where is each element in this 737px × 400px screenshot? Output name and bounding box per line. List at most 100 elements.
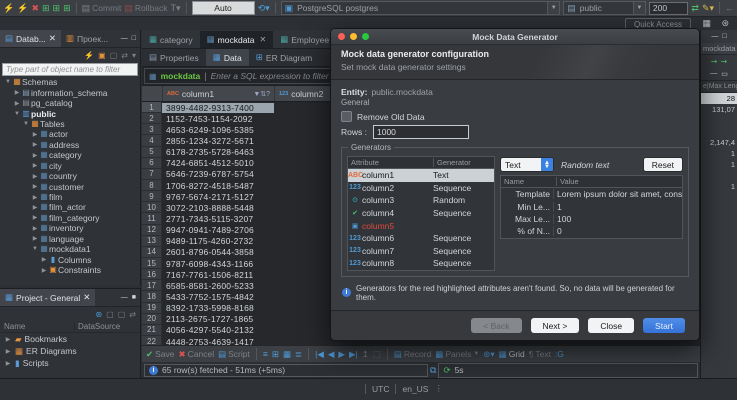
link-icon[interactable]: ⇄: [129, 310, 136, 319]
row-number[interactable]: 11: [142, 213, 162, 225]
maximize-icon[interactable]: □: [722, 33, 726, 40]
tab-mockdata[interactable]: ▦ mockdata ✕: [199, 31, 274, 48]
tab-project-general[interactable]: ▦ Project - General ✕: [0, 289, 96, 306]
cell-column1[interactable]: 4056-4297-5540-2132: [162, 325, 274, 335]
record-mode-button[interactable]: ▤ Record: [394, 349, 431, 360]
tree-item-columns[interactable]: ▶ Columns: [0, 254, 140, 265]
save-button[interactable]: ✔ Save: [146, 349, 175, 360]
expand-arrow-icon[interactable]: ▶: [31, 131, 39, 138]
expand-arrow-icon[interactable]: ▶: [40, 256, 48, 263]
row-number[interactable]: 2: [142, 113, 162, 125]
generator-prop-row[interactable]: Max Le... 100: [501, 213, 682, 225]
view-menu-icon[interactable]: ▾: [132, 51, 136, 60]
row-number[interactable]: 15: [142, 257, 162, 270]
attribute-row-column8[interactable]: 123 column8 Sequence: [348, 257, 494, 270]
row-number[interactable]: 18: [142, 291, 162, 303]
attribute-row-column3[interactable]: ⊙ column3 Random: [348, 194, 494, 207]
grid-view-toggle[interactable]: ▦ Grid: [499, 349, 525, 360]
expand-arrow-icon[interactable]: ▶: [4, 336, 12, 343]
row-number[interactable]: 13: [142, 235, 162, 247]
project-item-er-diagrams[interactable]: ▶ ER Diagrams: [0, 345, 140, 357]
commit-button[interactable]: ▤ Commit: [82, 3, 122, 14]
generator-select[interactable]: Text ▲ ▼: [500, 157, 554, 172]
brush-icon[interactable]: ✎▾: [702, 3, 714, 13]
props-name-header[interactable]: Name: [501, 177, 556, 186]
grid-corner[interactable]: [142, 86, 163, 101]
close-icon[interactable]: ✕: [260, 35, 267, 44]
attribute-row-column1[interactable]: ABC column1 Text: [348, 169, 494, 182]
expand-arrow-icon[interactable]: ▶: [31, 214, 39, 221]
attribute-row-column6[interactable]: 123 column6 Sequence: [348, 232, 494, 245]
row-number[interactable]: 6: [142, 157, 162, 169]
max-length-cell[interactable]: 28: [701, 93, 737, 104]
dialog-titlebar[interactable]: Mock Data Generator: [331, 29, 699, 45]
generator-column-header[interactable]: Generator: [433, 158, 494, 167]
rows-input[interactable]: 1000: [372, 125, 469, 139]
collapse-arrow-icon[interactable]: ▼: [4, 79, 12, 85]
settings-gear-icon[interactable]: ⊛: [95, 310, 102, 319]
row-number[interactable]: 9: [142, 191, 162, 203]
next-button[interactable]: Next >: [530, 318, 580, 333]
copy-row-icon[interactable]: ▦: [283, 349, 291, 360]
max-length-cell[interactable]: 1: [701, 181, 737, 192]
transaction-log-icon[interactable]: ⟲▾: [258, 3, 270, 13]
text-view-toggle[interactable]: ¶ Text: [529, 349, 551, 359]
cell-column1[interactable]: 4653-6249-1096-5385: [162, 125, 274, 135]
expand-arrow-icon[interactable]: ▶: [4, 360, 12, 367]
attribute-row-column2[interactable]: 123 column2 Sequence: [348, 182, 494, 195]
cell-column1[interactable]: 9787-6098-4343-1166: [162, 259, 274, 269]
maximize-icon[interactable]: □: [132, 35, 136, 42]
expand-arrow-icon[interactable]: ▶: [31, 173, 39, 180]
connection-select[interactable]: ▣ PostgreSQL postgres ▼: [280, 1, 561, 15]
link-editor-icon[interactable]: ⚡: [84, 51, 94, 60]
delete-row-icon[interactable]: ≣: [295, 349, 302, 360]
start-button[interactable]: Start: [643, 318, 685, 333]
tree-item-film-actor[interactable]: ▶ film_actor: [0, 202, 140, 212]
subtab-properties[interactable]: ▤ Properties: [142, 49, 206, 66]
compare-icon[interactable]: ⇄: [691, 3, 699, 13]
locale-indicator[interactable]: en_US: [402, 384, 428, 394]
row-number[interactable]: 21: [142, 324, 162, 336]
expand-arrow-icon[interactable]: ▶: [40, 267, 48, 274]
expand-arrow-icon[interactable]: ▶: [31, 152, 39, 159]
attribute-row-column5[interactable]: ▣ column5: [348, 219, 494, 232]
cell-column1[interactable]: 5433-7752-1575-4842: [162, 292, 274, 302]
generator-prop-row[interactable]: Template Lorem ipsum dolor sit amet, cons…: [501, 188, 682, 200]
auto-refresh-box[interactable]: ⟳ 5s: [438, 362, 698, 378]
transaction-mode-icon[interactable]: T▾: [171, 3, 181, 13]
subtab-er-diagram[interactable]: ⊞ ER Diagram: [249, 49, 319, 66]
prop-value[interactable]: 100: [553, 213, 682, 224]
close-icon[interactable]: ✕: [49, 33, 56, 44]
tree-item-address[interactable]: ▶ address: [0, 140, 140, 150]
prev-row-icon[interactable]: ◀: [328, 349, 335, 360]
minimize-icon[interactable]: —: [711, 33, 718, 40]
prop-value[interactable]: 0: [553, 226, 682, 237]
disconnect-icon[interactable]: ⚡: [17, 3, 28, 13]
max-length-column-header[interactable]: e|Max Leng: [701, 80, 737, 93]
fetch-all-icon[interactable]: ⬚: [373, 349, 381, 360]
rollback-button[interactable]: ▤ Rollback: [124, 3, 167, 14]
background-tab-fragment[interactable]: mockdata: [701, 43, 737, 55]
tree-item-information-schema[interactable]: ▶ information_schema: [0, 87, 140, 98]
max-length-cell[interactable]: [701, 126, 737, 137]
open-console-icon[interactable]: ⧉: [430, 365, 436, 376]
collapse-arrow-icon[interactable]: ▼: [31, 246, 39, 252]
cell-column1[interactable]: 6585-8581-2600-5233: [162, 281, 274, 291]
generator-prop-row[interactable]: % of N... 0: [501, 225, 682, 237]
expand-arrow-icon[interactable]: ▶: [13, 89, 21, 96]
project-item-scripts[interactable]: ▶ Scripts: [0, 357, 140, 369]
project-item-bookmarks[interactable]: ▶ Bookmarks: [0, 333, 140, 345]
prop-value[interactable]: 1: [553, 201, 682, 212]
collapse-all-icon[interactable]: ⇄: [121, 51, 128, 60]
add-row-icon[interactable]: ⊞: [272, 349, 279, 360]
row-number[interactable]: 3: [142, 124, 162, 136]
row-number[interactable]: 20: [142, 313, 162, 325]
row-number[interactable]: 7: [142, 168, 162, 180]
expand-arrow-icon[interactable]: ▶: [31, 225, 39, 232]
max-length-cell[interactable]: 2,147,4: [701, 137, 737, 148]
cell-column1[interactable]: 3899-4482-9313-7400: [162, 102, 274, 113]
tree-item-film[interactable]: ▶ film: [0, 192, 140, 202]
collapse-arrow-icon[interactable]: ▼: [22, 121, 30, 127]
expand-arrow-icon[interactable]: ▶: [31, 235, 39, 242]
schema-select[interactable]: ▤ public ▼: [563, 1, 646, 15]
